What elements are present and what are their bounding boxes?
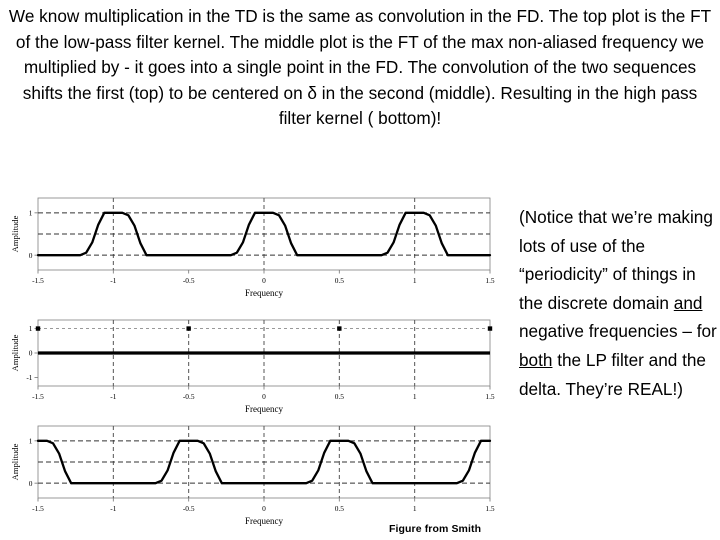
plot-svg-top: -1.5 -1 -0.5 0 0.5 1 1.5 0 1 Frequency Amplitude	[10, 197, 495, 298]
impulse-marker	[487, 326, 493, 331]
figure-credit: Figure from Smith	[389, 523, 482, 535]
x-tick-label: 0	[262, 276, 266, 285]
y-axis-label: Amplitude	[10, 443, 20, 480]
plot-highpass-filter-ft: -1.5 -1 -0.5 0 0.5 1 1.5 0 1 Frequency Amplitude	[0, 420, 500, 532]
x-tick-label: -1.5	[32, 276, 44, 285]
impulse-marker	[337, 326, 342, 331]
side-note: (Notice that we’re making lots of use of…	[519, 203, 719, 403]
x-axis-label: Frequency	[245, 516, 283, 526]
y-tick-label: 1	[29, 208, 33, 217]
x-tick-label: -1.5	[32, 504, 44, 513]
x-tick-label: -1.5	[32, 392, 44, 401]
x-axis-label: Frequency	[245, 288, 283, 298]
impulse-marker	[35, 326, 41, 331]
x-tick-label: 1	[413, 276, 417, 285]
plot-lowpass-filter-ft: -1.5 -1 -0.5 0 0.5 1 1.5 0 1 Frequency Amplitude	[0, 192, 500, 302]
x-tick-label: 1	[413, 504, 417, 513]
x-tick-label: 1	[413, 392, 417, 401]
x-tick-label: -1	[110, 392, 116, 401]
plot-svg-middle: -1.5 -1 -0.5 0 0.5 1 1.5 -1 0 1 Frequency Amplitude	[10, 319, 495, 414]
plot-svg-bottom: -1.5 -1 -0.5 0 0.5 1 1.5 0 1 Frequency Amplitude	[10, 425, 495, 526]
figure-container: -1.5 -1 -0.5 0 0.5 1 1.5 0 1 Frequency Amplitude -…	[0, 192, 500, 540]
y-axis-label: Amplitude	[10, 334, 20, 371]
side-note-part-2: negative frequencies – for	[519, 321, 717, 342]
x-axis-label: Frequency	[245, 404, 283, 414]
x-tick-label: -0.5	[183, 276, 195, 285]
y-axis-label: Amplitude	[10, 215, 20, 252]
x-tick-label: -0.5	[183, 504, 195, 513]
side-note-underline-and: and	[673, 292, 703, 313]
y-tick-label: 0	[29, 349, 33, 358]
x-tick-label: 0.5	[335, 504, 345, 513]
x-tick-label: 1.5	[485, 392, 495, 401]
plot-delta-impulse-ft: -1.5 -1 -0.5 0 0.5 1 1.5 -1 0 1 Frequency Amplitude	[0, 310, 500, 418]
x-tick-label: 0.5	[335, 276, 345, 285]
y-tick-label: 1	[29, 436, 33, 445]
x-tick-label: 0	[262, 504, 266, 513]
y-tick-label: 0	[29, 251, 33, 260]
x-tick-label: 1.5	[485, 504, 495, 513]
side-note-underline-both: both	[519, 349, 553, 370]
x-tick-label: 1.5	[485, 276, 495, 285]
y-tick-label: 0	[29, 479, 33, 488]
impulse-marker	[186, 326, 191, 331]
y-tick-label: -1	[26, 373, 32, 382]
x-tick-label: -1	[110, 276, 116, 285]
x-tick-label: -0.5	[183, 392, 195, 401]
x-tick-label: -1	[110, 504, 116, 513]
x-tick-label: 0.5	[335, 392, 345, 401]
y-tick-label: 1	[29, 324, 33, 333]
slide-header-paragraph: We know multiplication in the TD is the …	[8, 6, 712, 128]
x-tick-label: 0	[262, 392, 266, 401]
